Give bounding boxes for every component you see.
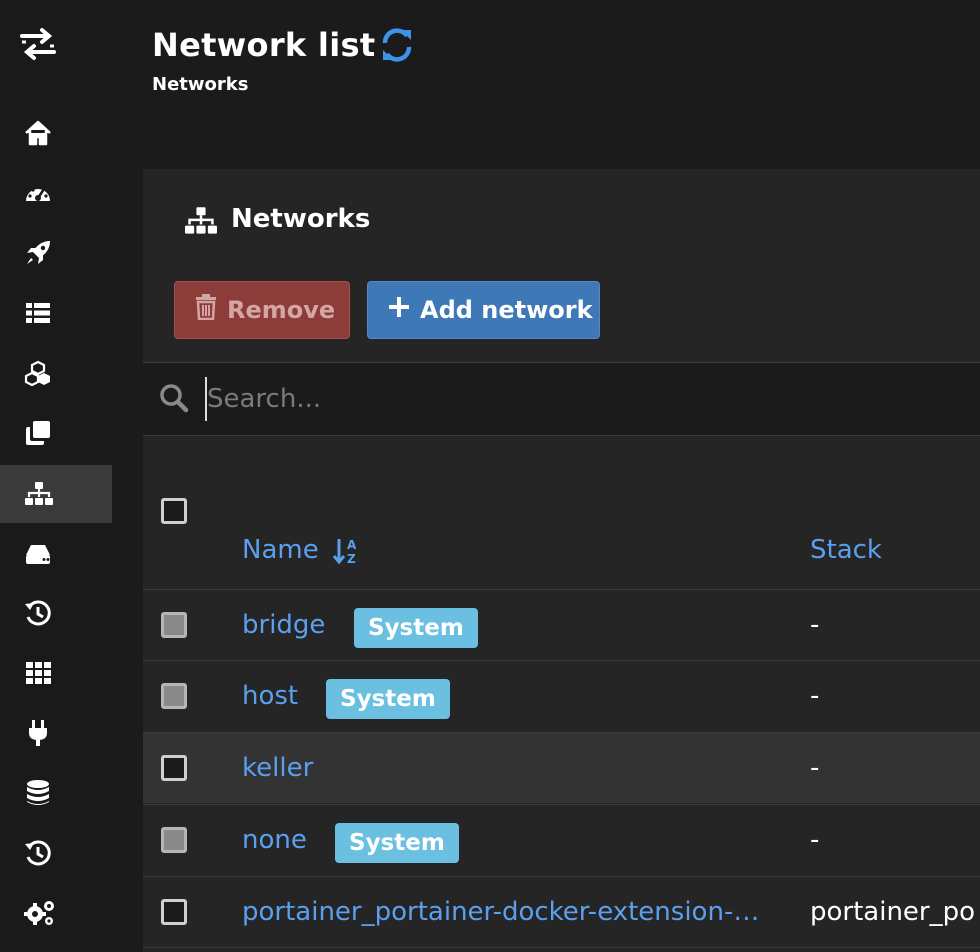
table-divider [143, 947, 980, 948]
sort-alpha-icon[interactable]: AZ [332, 536, 361, 570]
grid-icon[interactable] [0, 644, 112, 702]
stack-value: - [810, 753, 820, 783]
breadcrumb: Networks [152, 74, 249, 95]
add-network-button[interactable]: Add network [367, 281, 600, 339]
network-name-link[interactable]: host [242, 681, 298, 711]
plug-icon[interactable] [0, 704, 112, 762]
table-row[interactable]: host System - [143, 660, 980, 731]
row-checkbox [161, 683, 187, 709]
search-icon [159, 383, 189, 417]
system-badge: System [326, 679, 450, 719]
stack-value: portainer_po [810, 897, 976, 927]
stack-value: - [810, 610, 820, 640]
rocket-icon[interactable] [0, 224, 112, 282]
search-input[interactable] [205, 377, 947, 421]
network-name-link[interactable]: bridge [242, 610, 325, 640]
home-icon[interactable] [0, 104, 112, 162]
trash-icon [195, 294, 217, 326]
history-icon[interactable] [0, 584, 112, 642]
clone-icon[interactable] [0, 404, 112, 462]
logo-icon[interactable] [18, 24, 58, 64]
refresh-icon[interactable] [378, 26, 416, 68]
table-row[interactable]: none System - [143, 804, 980, 875]
dashboard-icon[interactable] [0, 164, 112, 222]
column-header-stack[interactable]: Stack [810, 535, 882, 565]
sitemap-icon[interactable] [0, 465, 112, 523]
settings-icon[interactable] [0, 884, 112, 942]
add-network-button-label: Add network [420, 296, 593, 324]
table-row[interactable]: bridge System - [143, 589, 980, 660]
sitemap-icon [183, 205, 219, 241]
system-badge: System [354, 608, 478, 648]
panel-title: Networks [231, 204, 371, 234]
remove-button-label: Remove [227, 296, 336, 324]
svg-text:Z: Z [347, 552, 356, 566]
database-icon[interactable] [0, 764, 112, 822]
hdd-icon[interactable] [0, 525, 112, 583]
stack-value: - [810, 825, 820, 855]
network-name-link[interactable]: keller [242, 753, 313, 783]
system-badge: System [335, 823, 459, 863]
stack-value: - [810, 681, 820, 711]
networks-panel: Networks Remove Add network Name AZ Stac… [143, 169, 980, 952]
row-checkbox [161, 612, 187, 638]
plus-icon [388, 296, 410, 324]
select-all-checkbox[interactable] [161, 498, 187, 524]
network-name-link[interactable]: portainer_portainer-docker-extension-… [242, 897, 759, 927]
history-icon[interactable] [0, 824, 112, 882]
svg-text:A: A [347, 538, 357, 552]
table-row[interactable]: keller - [143, 732, 980, 803]
cubes-icon[interactable] [0, 344, 112, 402]
page-title: Network list [152, 26, 376, 64]
search-bar [143, 362, 980, 436]
row-checkbox[interactable] [161, 899, 187, 925]
row-checkbox [161, 827, 187, 853]
remove-button[interactable]: Remove [174, 281, 350, 339]
sidebar [0, 0, 112, 952]
column-header-name[interactable]: Name [242, 535, 319, 565]
list-icon[interactable] [0, 284, 112, 342]
row-checkbox[interactable] [161, 755, 187, 781]
network-name-link[interactable]: none [242, 825, 307, 855]
table-row[interactable]: portainer_portainer-docker-extension-… p… [143, 876, 980, 947]
